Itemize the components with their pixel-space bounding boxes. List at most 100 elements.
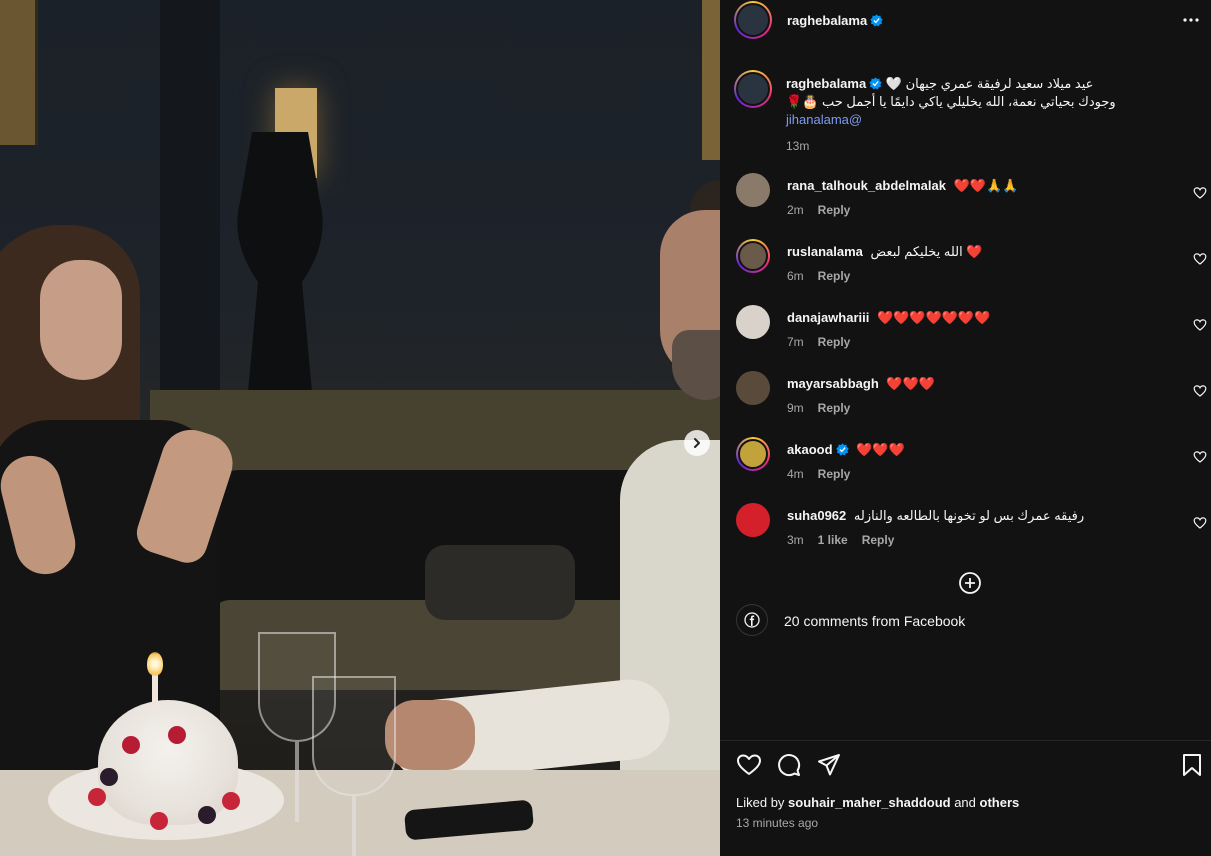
handbag [425, 545, 575, 620]
avatar[interactable] [736, 371, 770, 405]
verified-badge-icon [835, 443, 849, 456]
strawberry [168, 726, 186, 744]
wine-glass-stem [352, 796, 356, 856]
comment-like-heart-icon[interactable] [1193, 252, 1207, 266]
comment-text: ❤️❤️❤️ [856, 442, 905, 457]
reply-button[interactable]: Reply [862, 533, 895, 547]
comment-like-heart-icon[interactable] [1193, 318, 1207, 332]
comment-like-heart-icon[interactable] [1193, 450, 1207, 464]
background-window-left [0, 0, 38, 145]
chevron-right-icon [694, 438, 700, 448]
comment-time: 9m [787, 401, 804, 415]
birthday-cake [98, 700, 238, 825]
comment-username[interactable]: ruslanalama [787, 244, 863, 259]
candle-flame [147, 652, 163, 676]
comment-meta: 9m Reply [787, 401, 864, 415]
comment-text: ❤️❤️🙏🙏 [953, 178, 1019, 193]
background-window-right [702, 0, 720, 160]
comment-like-heart-icon[interactable] [1193, 186, 1207, 200]
comment-time: 3m [787, 533, 804, 547]
caption-mention-link[interactable]: jihanalama@ [786, 111, 1161, 129]
avatar[interactable] [734, 70, 772, 108]
comment-username[interactable]: suha0962 [787, 508, 846, 523]
vase-silhouette [237, 132, 323, 392]
comment-time: 7m [787, 335, 804, 349]
caption-text: raghebalama عيد ميلاد سعيد لرفيقة عمري ج… [786, 75, 1161, 155]
avatar[interactable] [736, 239, 770, 273]
strawberry [150, 812, 168, 830]
comment-time: 2m [787, 203, 804, 217]
like-heart-icon[interactable] [736, 752, 762, 778]
next-media-button[interactable] [684, 430, 710, 456]
man-hand [385, 700, 475, 770]
post-timestamp[interactable]: 13 minutes ago [736, 816, 818, 830]
wall-panel [160, 0, 220, 400]
liked-by-and: and [950, 795, 980, 810]
post-actions [720, 750, 1211, 782]
blackberry [198, 806, 216, 824]
comment-body: rana_talhouk_abdelmalak ❤️❤️🙏🙏 [787, 178, 1167, 194]
post-media[interactable] [0, 0, 720, 856]
header-user: raghebalama [787, 12, 883, 30]
caption-line-2: وجودك بحياتي نعمة، الله يخليلي ياكي دايم… [786, 94, 1116, 109]
comment-body: suha0962 رفيقه عمرك بس لو تخونها بالطالع… [787, 508, 1167, 524]
reply-button[interactable]: Reply [818, 467, 851, 481]
liked-by-text: Liked by souhair_maher_shaddoud and othe… [736, 795, 1019, 810]
strawberry [222, 792, 240, 810]
liked-by-prefix: Liked by [736, 795, 789, 810]
avatar[interactable] [736, 173, 770, 207]
comment-meta: 7m Reply [787, 335, 864, 349]
comment-text: ❤️❤️❤️ [886, 376, 935, 391]
more-horizontal-icon[interactable] [1180, 10, 1202, 30]
strawberry [88, 788, 106, 806]
caption-time: 13m [786, 139, 810, 153]
comment-username[interactable]: rana_talhouk_abdelmalak [787, 178, 946, 193]
comment-body: danajawhariii ❤️❤️❤️❤️❤️❤️❤️ [787, 310, 1167, 326]
comment-item: mayarsabbagh ❤️❤️❤️ 9m Reply [720, 371, 1211, 431]
reply-button[interactable]: Reply [818, 269, 851, 283]
avatar[interactable] [736, 503, 770, 537]
comment-username[interactable]: akaood [787, 442, 833, 457]
header-username[interactable]: raghebalama [787, 13, 867, 28]
save-bookmark-icon[interactable] [1179, 752, 1205, 778]
wine-glass-stem [295, 742, 299, 822]
comment-meta: 6m Reply [787, 269, 864, 283]
comment-meta: 3m 1 like Reply [787, 533, 908, 547]
comment-time: 4m [787, 467, 804, 481]
post-header: raghebalama [720, 0, 1211, 40]
share-send-icon[interactable] [816, 752, 842, 778]
facebook-icon [736, 604, 768, 636]
comment-meta: 2m Reply [787, 203, 864, 217]
divider [720, 740, 1211, 741]
caption-username[interactable]: raghebalama [786, 76, 866, 91]
comment-username[interactable]: mayarsabbagh [787, 376, 879, 391]
reply-button[interactable]: Reply [818, 203, 851, 217]
liked-by-user-link[interactable]: souhair_maher_shaddoud [788, 795, 951, 810]
comment-text: ❤️❤️❤️❤️❤️❤️❤️ [877, 310, 991, 325]
wine-glass [312, 676, 396, 796]
comment-time: 6m [787, 269, 804, 283]
facebook-comments-row[interactable]: 20 comments from Facebook [736, 604, 1196, 636]
liked-by-others-link[interactable]: others [980, 795, 1020, 810]
comment-likes[interactable]: 1 like [818, 533, 848, 547]
verified-badge-icon [869, 77, 882, 90]
avatar[interactable] [734, 1, 772, 39]
reply-button[interactable]: Reply [818, 401, 851, 415]
comment-username[interactable]: danajawhariii [787, 310, 869, 325]
comment-item: danajawhariii ❤️❤️❤️❤️❤️❤️❤️ 7m Reply [720, 305, 1211, 365]
candle [152, 670, 158, 710]
load-more-comments-icon[interactable] [958, 571, 982, 595]
strawberry [122, 736, 140, 754]
avatar[interactable] [736, 437, 770, 471]
comment-like-heart-icon[interactable] [1193, 516, 1207, 530]
reply-button[interactable]: Reply [818, 335, 851, 349]
comment-like-heart-icon[interactable] [1193, 384, 1207, 398]
comment-item: ruslanalama ❤️ الله يخليكم لبعض 6m Reply [720, 239, 1211, 299]
facebook-comments-label[interactable]: 20 comments from Facebook [784, 613, 965, 629]
comment-text: رفيقه عمرك بس لو تخونها بالطالعه والنازل… [853, 508, 1085, 523]
woman-face [40, 260, 122, 380]
blackberry [100, 768, 118, 786]
comment-icon[interactable] [776, 752, 802, 778]
avatar[interactable] [736, 305, 770, 339]
verified-badge-icon [870, 14, 883, 27]
